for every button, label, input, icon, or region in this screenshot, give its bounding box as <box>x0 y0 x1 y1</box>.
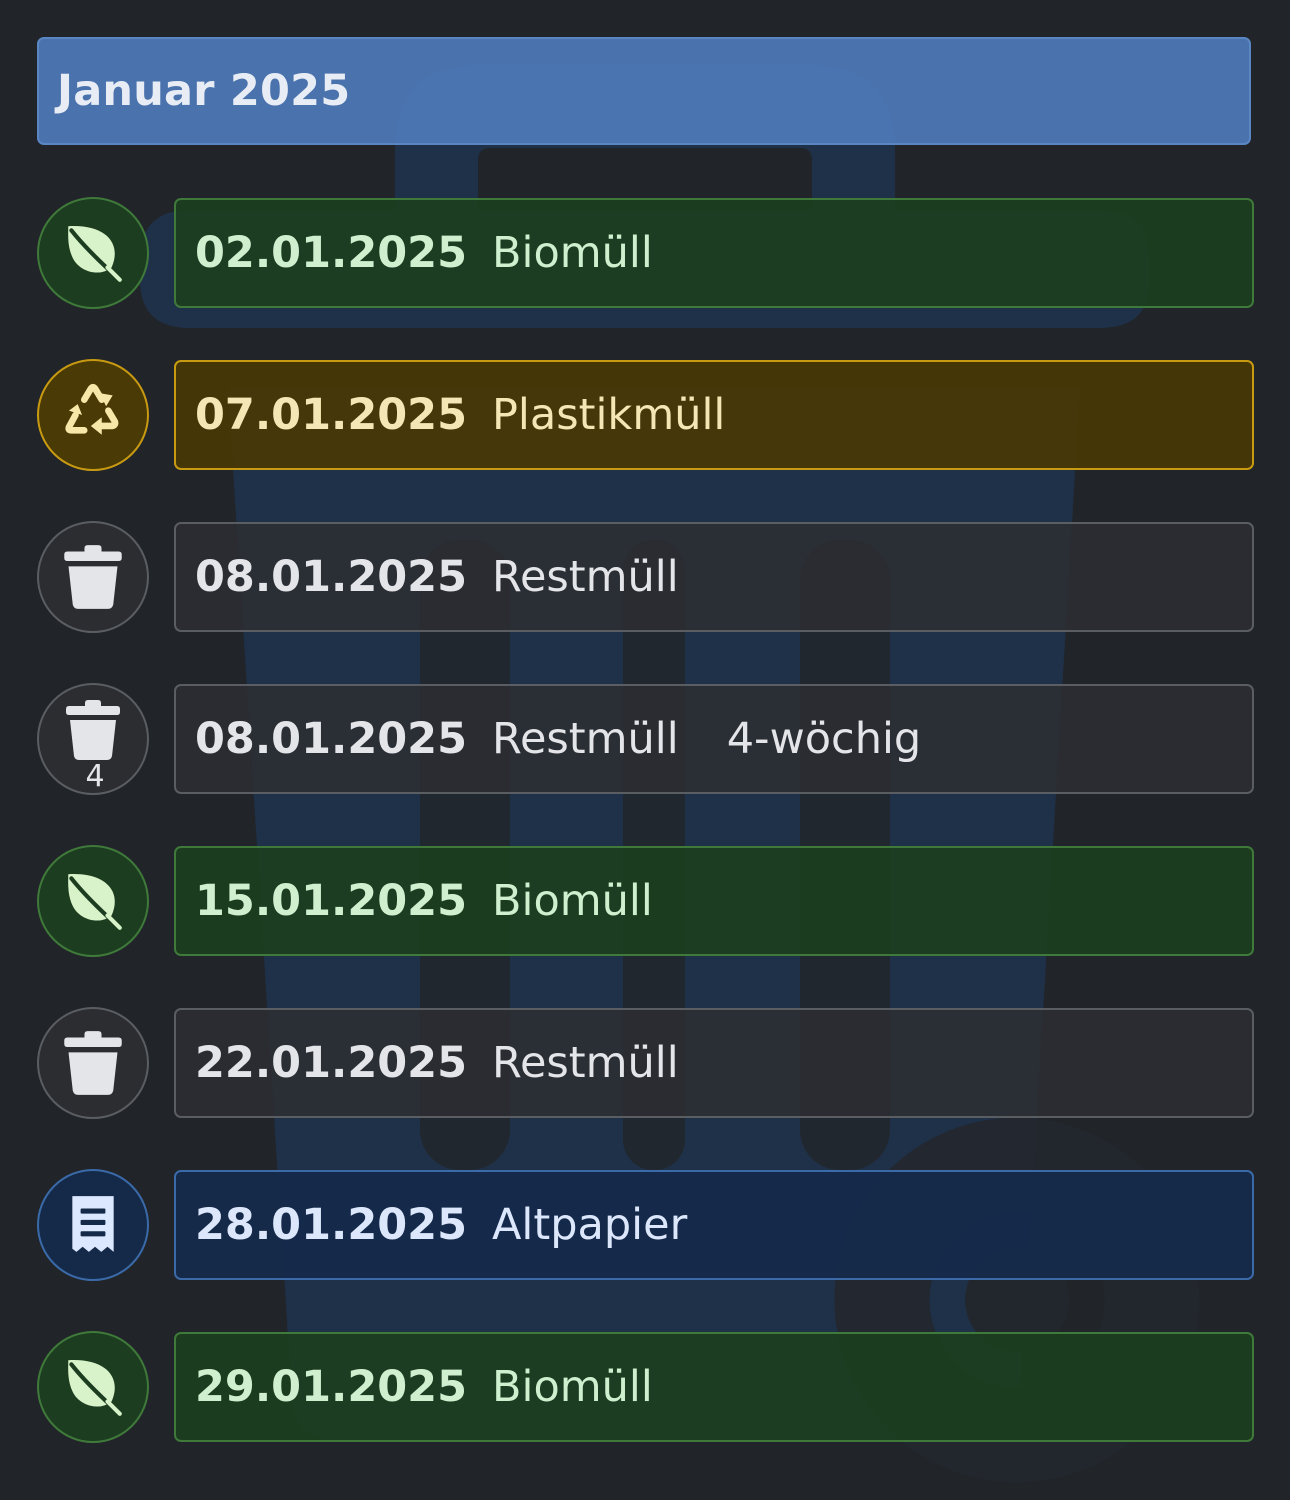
biomuell-icon-button[interactable] <box>37 845 149 957</box>
list-item[interactable]: 28.01.2025 Altpapier <box>37 1169 1254 1281</box>
list-item[interactable]: 4 08.01.2025 Restmüll 4-wöchig <box>37 683 1254 795</box>
entry-type: Altpapier <box>492 1200 688 1250</box>
restmuell-icon-button[interactable] <box>37 521 149 633</box>
leaf-icon <box>68 226 122 282</box>
entry-box[interactable]: 29.01.2025 Biomüll <box>174 1332 1254 1442</box>
entry-extra: 4-wöchig <box>726 714 922 764</box>
entry-type: Biomüll <box>492 876 653 926</box>
entry-box[interactable]: 02.01.2025 Biomüll <box>174 198 1254 308</box>
list-item[interactable]: 15.01.2025 Biomüll <box>37 845 1254 957</box>
entry-box[interactable]: 07.01.2025 Plastikmüll <box>174 360 1254 470</box>
biomuell-icon-button[interactable] <box>37 197 149 309</box>
trash-icon <box>64 545 122 609</box>
entry-type: Restmüll <box>492 1038 679 1088</box>
entry-date: 08.01.2025 <box>195 552 468 602</box>
list-item[interactable]: 02.01.2025 Biomüll <box>37 197 1254 309</box>
leaf-icon <box>68 1360 122 1416</box>
restmuell-4-woechig-icon-button[interactable]: 4 <box>37 683 149 795</box>
entry-box[interactable]: 22.01.2025 Restmüll <box>174 1008 1254 1118</box>
entry-box[interactable]: 15.01.2025 Biomüll <box>174 846 1254 956</box>
entry-type: Restmüll <box>492 552 679 602</box>
receipt-icon <box>72 1196 114 1252</box>
list-item[interactable]: 22.01.2025 Restmüll <box>37 1007 1254 1119</box>
list-item[interactable]: 08.01.2025 Restmüll <box>37 521 1254 633</box>
entry-date: 22.01.2025 <box>195 1038 468 1088</box>
entry-date: 02.01.2025 <box>195 228 468 278</box>
entry-date: 15.01.2025 <box>195 876 468 926</box>
entry-date: 28.01.2025 <box>195 1200 468 1250</box>
entry-type: Plastikmüll <box>492 390 726 440</box>
biomuell-icon-button[interactable] <box>37 1331 149 1443</box>
entry-type: Biomüll <box>492 228 653 278</box>
trash-icon <box>64 1031 122 1095</box>
restmuell-icon-button[interactable] <box>37 1007 149 1119</box>
list-item[interactable]: 07.01.2025 Plastikmüll <box>37 359 1254 471</box>
entry-box[interactable]: 08.01.2025 Restmüll <box>174 522 1254 632</box>
entry-type: Restmüll <box>492 714 679 764</box>
recycle-icon <box>65 383 119 435</box>
entry-date: 07.01.2025 <box>195 390 468 440</box>
entry-box[interactable]: 28.01.2025 Altpapier <box>174 1170 1254 1280</box>
entry-box[interactable]: 08.01.2025 Restmüll 4-wöchig <box>174 684 1254 794</box>
entry-date: 08.01.2025 <box>195 714 468 764</box>
altpapier-icon-button[interactable] <box>37 1169 149 1281</box>
month-header: Januar 2025 <box>37 37 1251 145</box>
badge-number: 4 <box>85 759 105 794</box>
entry-type: Biomüll <box>492 1362 653 1412</box>
leaf-icon <box>68 874 122 930</box>
entry-date: 29.01.2025 <box>195 1362 468 1412</box>
plastikmuell-icon-button[interactable] <box>37 359 149 471</box>
list-item[interactable]: 29.01.2025 Biomüll <box>37 1331 1254 1443</box>
trash-4-icon <box>66 700 120 760</box>
month-title: Januar 2025 <box>57 66 351 116</box>
